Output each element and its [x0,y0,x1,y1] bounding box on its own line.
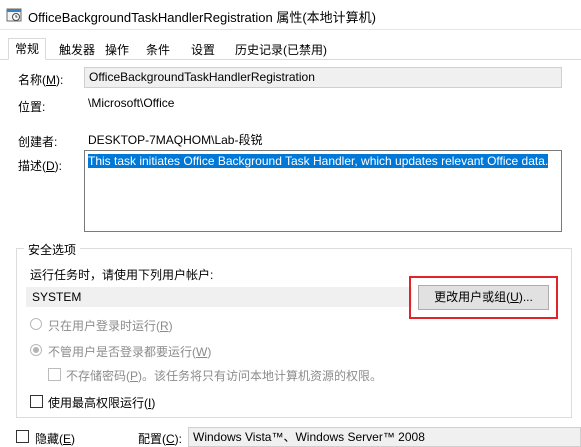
run-highest-privileges-checkbox[interactable] [30,395,43,408]
tab-settings[interactable]: 设置 [184,40,222,59]
tab-history[interactable]: 历史记录(已禁用) [228,40,334,59]
name-label: 名称(M): [18,73,64,87]
radio-run-only-logged-on-label: 只在用户登录时运行(R) [48,319,173,333]
configure-for-label: 配置(C): [138,432,183,446]
hidden-checkbox[interactable] [16,430,29,443]
change-user-or-group-button[interactable]: 更改用户或组(U)... [418,285,549,310]
run-as-account-field: SYSTEM [26,287,412,307]
radio-run-only-logged-on[interactable] [30,318,42,330]
hidden-label: 隐藏(E) [35,432,76,446]
window-title: OfficeBackgroundTaskHandlerRegistration … [28,10,376,25]
do-not-store-password-label: 不存储密码(P)。该任务将只有访问本地计算机资源的权限。 [66,369,383,383]
tab-general[interactable]: 常规 [8,38,47,60]
task-scheduler-icon [6,8,22,22]
author-value: DESKTOP-7MAQHOM\Lab-段锐 [88,133,263,147]
tab-actions[interactable]: 操作 [98,40,136,59]
radio-run-whether-logged-on-label: 不管用户是否登录都要运行(W) [48,345,212,359]
title-bar: OfficeBackgroundTaskHandlerRegistration … [0,0,581,30]
location-label: 位置: [18,100,46,114]
configure-for-select[interactable]: Windows Vista™、Windows Server™ 2008 [188,427,581,447]
location-value: \Microsoft\Office [88,96,175,110]
security-options-legend: 安全选项 [24,241,81,258]
tab-triggers[interactable]: 触发器 [52,40,102,59]
tab-conditions[interactable]: 条件 [139,40,177,59]
radio-run-whether-logged-on[interactable] [30,344,42,356]
description-text: This task initiates Office Background Ta… [88,154,549,168]
description-label: 描述(D): [18,159,63,173]
name-field[interactable]: OfficeBackgroundTaskHandlerRegistration [84,67,562,88]
do-not-store-password-checkbox[interactable] [48,368,61,381]
run-as-prompt: 运行任务时，请使用下列用户帐户: [30,268,214,282]
tab-strip-divider [0,59,581,60]
author-label: 创建者: [18,135,58,149]
description-textarea[interactable]: This task initiates Office Background Ta… [84,150,562,232]
run-highest-privileges-label: 使用最高权限运行(I) [48,396,156,410]
